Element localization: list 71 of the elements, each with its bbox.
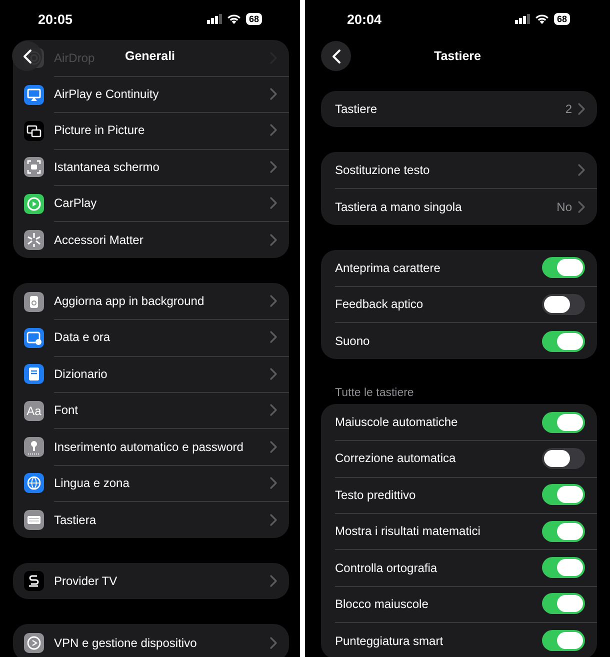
- section-header: Tutte le tastiere: [334, 386, 415, 402]
- battery-indicator: 68: [246, 13, 262, 25]
- chevron-icon: [578, 164, 585, 176]
- row-label[interactable]: Correzione automatica: [335, 451, 456, 466]
- toggle-switch[interactable]: [542, 257, 585, 278]
- signal-icon: [206, 14, 222, 24]
- chevron-icon: [578, 103, 585, 116]
- row-value: 2: [565, 102, 572, 116]
- row-label[interactable]: Inserimento automatico e password: [54, 440, 244, 454]
- chevron-icon: [578, 200, 585, 213]
- row-label[interactable]: Accessori Matter: [54, 233, 144, 248]
- row-label[interactable]: Lingua e zona: [54, 476, 130, 490]
- signal-icon: [514, 14, 530, 24]
- chevron-icon: [270, 636, 277, 649]
- status-time: 20:04: [347, 12, 382, 26]
- row-label[interactable]: Controlla ortografia: [335, 560, 438, 575]
- chevron-left-icon: [332, 48, 340, 64]
- chevron-icon: [270, 160, 277, 173]
- row-label[interactable]: Sostituzione testo: [335, 163, 430, 178]
- screen-title: Generali: [124, 49, 176, 63]
- chevron-icon: [270, 234, 277, 246]
- back-button[interactable]: [321, 41, 351, 71]
- chevron-icon: [270, 575, 277, 588]
- row-label[interactable]: Mostra i risultati matematici: [335, 524, 480, 538]
- chevron-icon: [270, 476, 277, 489]
- battery-indicator: 68: [554, 13, 570, 25]
- row-label[interactable]: Suono: [335, 334, 370, 348]
- chevron-icon: [270, 331, 277, 344]
- row-label[interactable]: Istantanea schermo: [54, 160, 160, 174]
- toggle-switch[interactable]: [542, 412, 585, 433]
- row-label[interactable]: Aggiorna app in background: [54, 294, 204, 308]
- row-label[interactable]: Dizionario: [54, 366, 108, 381]
- row-label[interactable]: Punteggiatura smart: [335, 634, 444, 648]
- toggle-switch[interactable]: [542, 630, 585, 652]
- wifi-icon: [534, 14, 549, 24]
- row-label[interactable]: VPN e gestione dispositivo: [54, 636, 197, 650]
- chevron-icon: [270, 124, 277, 136]
- toggle-switch[interactable]: [542, 520, 585, 542]
- row-label[interactable]: Blocco maiuscole: [335, 596, 428, 611]
- row-label[interactable]: Testo predittivo: [335, 488, 416, 502]
- toggle-switch[interactable]: [542, 330, 585, 352]
- chevron-icon: [270, 404, 277, 416]
- row-value: No: [556, 200, 572, 214]
- chevron-icon: [270, 197, 277, 210]
- chevron-left-icon: [22, 48, 32, 64]
- row-label[interactable]: Maiuscole automatiche: [335, 415, 458, 430]
- wifi-icon: [226, 14, 241, 24]
- row-label[interactable]: Tastiere: [335, 102, 378, 116]
- screen-title: Tastiere: [434, 49, 481, 63]
- row-label[interactable]: Provider TV: [54, 574, 118, 588]
- app-icon: Aa: [24, 400, 44, 421]
- toggle-switch[interactable]: [542, 557, 585, 578]
- row-label[interactable]: Data e ora: [54, 330, 110, 344]
- chevron-icon: [270, 295, 277, 308]
- row-label[interactable]: Feedback aptico: [335, 297, 424, 312]
- chevron-icon: [270, 368, 277, 380]
- toggle-switch[interactable]: [542, 448, 585, 469]
- toggle-switch[interactable]: [542, 294, 585, 315]
- row-label[interactable]: Font: [54, 403, 78, 418]
- status-time: 20:05: [38, 12, 73, 26]
- row-label[interactable]: CarPlay: [54, 196, 97, 210]
- chevron-icon: [270, 440, 277, 453]
- row-label[interactable]: Tastiera a mano singola: [335, 200, 462, 214]
- row-label[interactable]: Picture in Picture: [54, 123, 145, 138]
- chevron-icon: [270, 88, 277, 100]
- row-label[interactable]: Anteprima carattere: [335, 260, 440, 275]
- toggle-switch[interactable]: [542, 593, 585, 614]
- row-label[interactable]: Tastiera: [54, 512, 96, 527]
- row-label[interactable]: AirPlay e Continuity: [54, 87, 159, 102]
- chevron-icon: [270, 514, 277, 526]
- toggle-switch[interactable]: [542, 484, 585, 506]
